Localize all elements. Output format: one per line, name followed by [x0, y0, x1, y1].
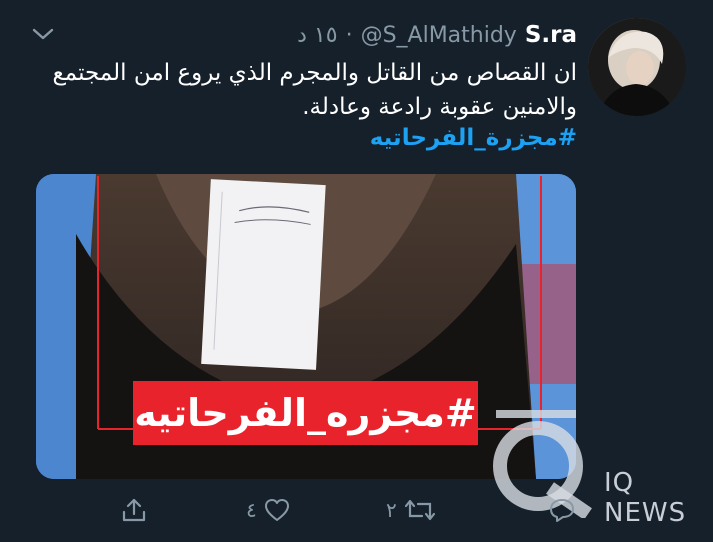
reply-icon	[548, 496, 576, 524]
share-button[interactable]	[120, 496, 148, 524]
hashtag-link[interactable]: #مجزرة_الفرحاتيه	[370, 125, 577, 151]
retweet-button[interactable]: ٢	[386, 496, 437, 524]
display-name[interactable]: S.ra	[525, 22, 577, 48]
heart-icon	[263, 496, 291, 524]
media-caption-banner: #مجزره_الفرحاتيه	[133, 381, 478, 445]
tweet-time[interactable]: ١٥ د	[297, 23, 337, 48]
retweet-icon	[403, 496, 437, 524]
separator-dot: ·	[345, 22, 353, 48]
tweet-card[interactable]: S.ra @S_AlMathidy · ١٥ د ان القصاص من ال…	[0, 0, 713, 542]
user-handle[interactable]: @S_AlMathidy	[361, 23, 517, 48]
tweet-text: ان القصاص من القاتل والمجرم الذي يروع ام…	[52, 60, 577, 120]
like-count: ٤	[246, 498, 257, 522]
chevron-down-icon[interactable]	[30, 24, 56, 44]
reply-button[interactable]	[548, 496, 582, 524]
like-button[interactable]: ٤	[246, 496, 291, 524]
tweet-header: S.ra @S_AlMathidy · ١٥ د	[297, 20, 577, 50]
avatar[interactable]	[588, 18, 686, 116]
share-icon	[120, 496, 148, 524]
tweet-actions: ٢ ٤	[0, 490, 713, 536]
retweet-count: ٢	[386, 498, 397, 522]
